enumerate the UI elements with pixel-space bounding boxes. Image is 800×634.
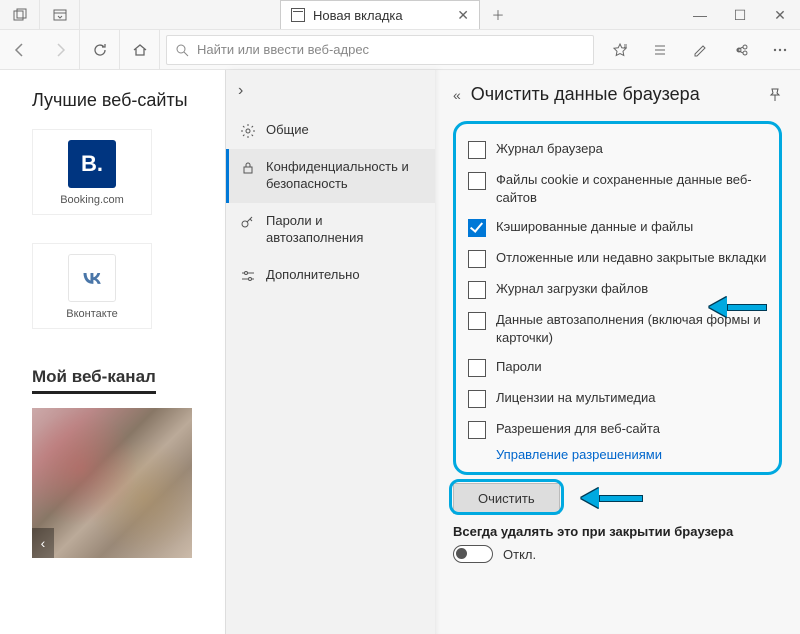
option-label: Файлы cookie и сохраненные данные веб-са… <box>496 171 767 206</box>
collapse-panel-button[interactable]: « <box>453 87 461 103</box>
checkbox[interactable] <box>468 141 486 159</box>
option-label: Журнал загрузки файлов <box>496 280 648 298</box>
checkbox[interactable] <box>468 281 486 299</box>
settings-item-advanced[interactable]: Дополнительно <box>226 257 435 294</box>
clear-option-downloads[interactable]: Журнал загрузки файлов <box>466 274 769 305</box>
feed-image[interactable]: ‹ <box>32 408 192 558</box>
checkbox[interactable] <box>468 359 486 377</box>
clear-option-autofill[interactable]: Данные автозаполнения (включая формы и к… <box>466 305 769 352</box>
settings-panel: › Общие Конфиденциальность и безопасност… <box>225 70 435 634</box>
window-controls: — ☐ ✕ <box>680 0 800 30</box>
checkbox[interactable] <box>468 219 486 237</box>
clear-option-cookies[interactable]: Файлы cookie и сохраненные данные веб-са… <box>466 165 769 212</box>
sliders-icon <box>240 268 256 284</box>
settings-item-privacy[interactable]: Конфиденциальность и безопасность <box>226 149 435 203</box>
close-window-button[interactable]: ✕ <box>760 0 800 30</box>
key-icon <box>240 214 256 230</box>
option-label: Лицензии на мультимедиа <box>496 389 655 407</box>
checkbox[interactable] <box>468 390 486 408</box>
annotation-arrow-icon <box>581 489 643 507</box>
clear-button[interactable]: Очистить <box>453 483 560 514</box>
clear-option-history[interactable]: Журнал браузера <box>466 134 769 165</box>
settings-item-general[interactable]: Общие <box>226 112 435 149</box>
option-label: Данные автозаполнения (включая формы и к… <box>496 311 767 346</box>
clear-option-media-licenses[interactable]: Лицензии на мультимедиа <box>466 383 769 414</box>
share-button[interactable] <box>720 30 760 70</box>
checkbox[interactable] <box>468 421 486 439</box>
feed-prev-icon[interactable]: ‹ <box>32 528 54 558</box>
top-site-vk[interactable]: Вконтакте <box>32 243 152 329</box>
option-label: Кэшированные данные и файлы <box>496 218 693 236</box>
search-icon <box>175 43 189 57</box>
top-site-label: Вконтакте <box>33 308 151 320</box>
option-label: Разрешения для веб-сайта <box>496 420 660 438</box>
clear-button-row: Очистить <box>453 483 782 514</box>
content-area: Лучшие веб-сайты B. Booking.com Вконтакт… <box>0 70 800 634</box>
top-site-label: Booking.com <box>33 194 151 206</box>
always-clear-toggle[interactable] <box>453 545 493 563</box>
settings-back-button[interactable]: › <box>226 70 435 112</box>
manage-permissions-link[interactable]: Управление разрешениями <box>466 445 769 464</box>
lock-icon <box>240 160 256 176</box>
reading-list-button[interactable] <box>640 30 680 70</box>
clear-option-cache[interactable]: Кэшированные данные и файлы <box>466 212 769 243</box>
toggle-state-label: Откл. <box>503 547 536 562</box>
settings-item-label: Пароли и автозаполнения <box>266 213 421 247</box>
option-label: Журнал браузера <box>496 140 603 158</box>
settings-item-label: Дополнительно <box>266 267 360 284</box>
option-label: Пароли <box>496 358 542 376</box>
clear-data-panel: « Очистить данные браузера Журнал браузе… <box>435 70 800 634</box>
clear-option-setaside-tabs[interactable]: Отложенные или недавно закрытые вкладки <box>466 243 769 274</box>
titlebar-left <box>0 0 80 29</box>
checkbox[interactable] <box>468 172 486 190</box>
gear-icon <box>240 123 256 139</box>
toolbar-right <box>600 30 800 70</box>
settings-item-label: Общие <box>266 122 309 139</box>
vk-logo-icon <box>68 254 116 302</box>
checkbox[interactable] <box>468 250 486 268</box>
settings-item-passwords[interactable]: Пароли и автозаполнения <box>226 203 435 257</box>
checkbox[interactable] <box>468 312 486 330</box>
refresh-button[interactable] <box>80 30 120 70</box>
clear-option-passwords[interactable]: Пароли <box>466 352 769 383</box>
notes-button[interactable] <box>680 30 720 70</box>
back-button[interactable] <box>0 30 40 70</box>
favorites-button[interactable] <box>600 30 640 70</box>
new-tab-button[interactable]: ＋ <box>480 0 516 29</box>
toolbar: Найти или ввести веб-адрес <box>0 30 800 70</box>
home-button[interactable] <box>120 30 160 70</box>
feed-heading: Мой веб-канал <box>32 367 156 394</box>
titlebar: Новая вкладка ✕ ＋ — ☐ ✕ <box>0 0 800 30</box>
pin-panel-button[interactable] <box>768 88 782 102</box>
top-sites-heading: Лучшие веб-сайты <box>32 90 225 111</box>
annotation-highlight-options: Журнал браузера Файлы cookie и сохраненн… <box>453 121 782 475</box>
new-tab-page: Лучшие веб-сайты B. Booking.com Вконтакт… <box>0 70 225 558</box>
forward-button[interactable] <box>40 30 80 70</box>
maximize-button[interactable]: ☐ <box>720 0 760 30</box>
tab-title: Новая вкладка <box>313 8 449 23</box>
close-tab-icon[interactable]: ✕ <box>457 7 469 24</box>
more-button[interactable] <box>760 30 800 70</box>
option-label: Отложенные или недавно закрытые вкладки <box>496 249 766 267</box>
address-bar[interactable]: Найти или ввести веб-адрес <box>166 35 594 65</box>
settings-list: Общие Конфиденциальность и безопасность … <box>226 112 435 294</box>
tab-page-icon <box>291 8 305 22</box>
browser-tab[interactable]: Новая вкладка ✕ <box>280 0 480 29</box>
booking-logo-icon: B. <box>68 140 116 188</box>
tabs-overview-icon[interactable] <box>0 0 40 29</box>
clear-panel-header: « Очистить данные браузера <box>453 84 782 105</box>
settings-item-label: Конфиденциальность и безопасность <box>266 159 421 193</box>
address-placeholder: Найти или ввести веб-адрес <box>197 42 369 57</box>
clear-panel-title: Очистить данные браузера <box>471 84 758 105</box>
top-site-booking[interactable]: B. Booking.com <box>32 129 152 215</box>
clear-option-site-permissions[interactable]: Разрешения для веб-сайта <box>466 414 769 445</box>
always-clear-toggle-row: Откл. <box>453 545 782 563</box>
set-aside-tabs-icon[interactable] <box>40 0 80 29</box>
minimize-button[interactable]: — <box>680 0 720 30</box>
always-clear-label: Всегда удалять это при закрытии браузера <box>453 524 782 539</box>
